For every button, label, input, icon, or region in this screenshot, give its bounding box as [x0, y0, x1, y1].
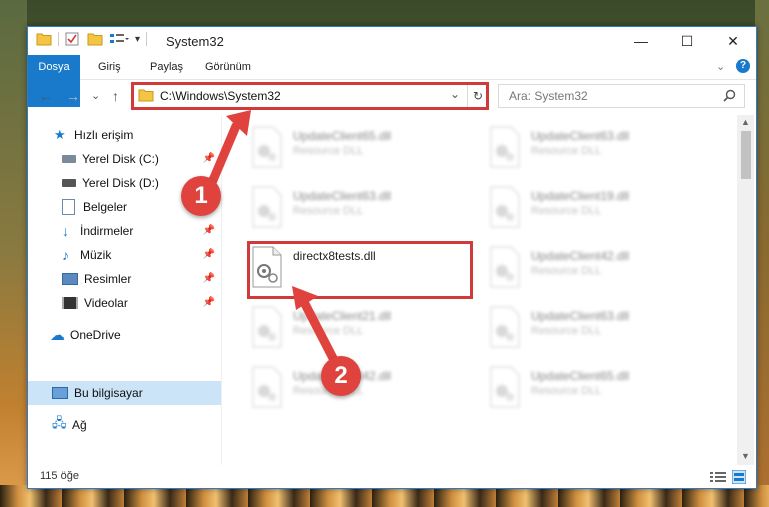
step-badge-1: 1: [181, 176, 221, 216]
step-badge-2: 2: [321, 356, 361, 396]
annotation-arrows: [203, 110, 341, 369]
arrow-to-file: [299, 297, 341, 369]
